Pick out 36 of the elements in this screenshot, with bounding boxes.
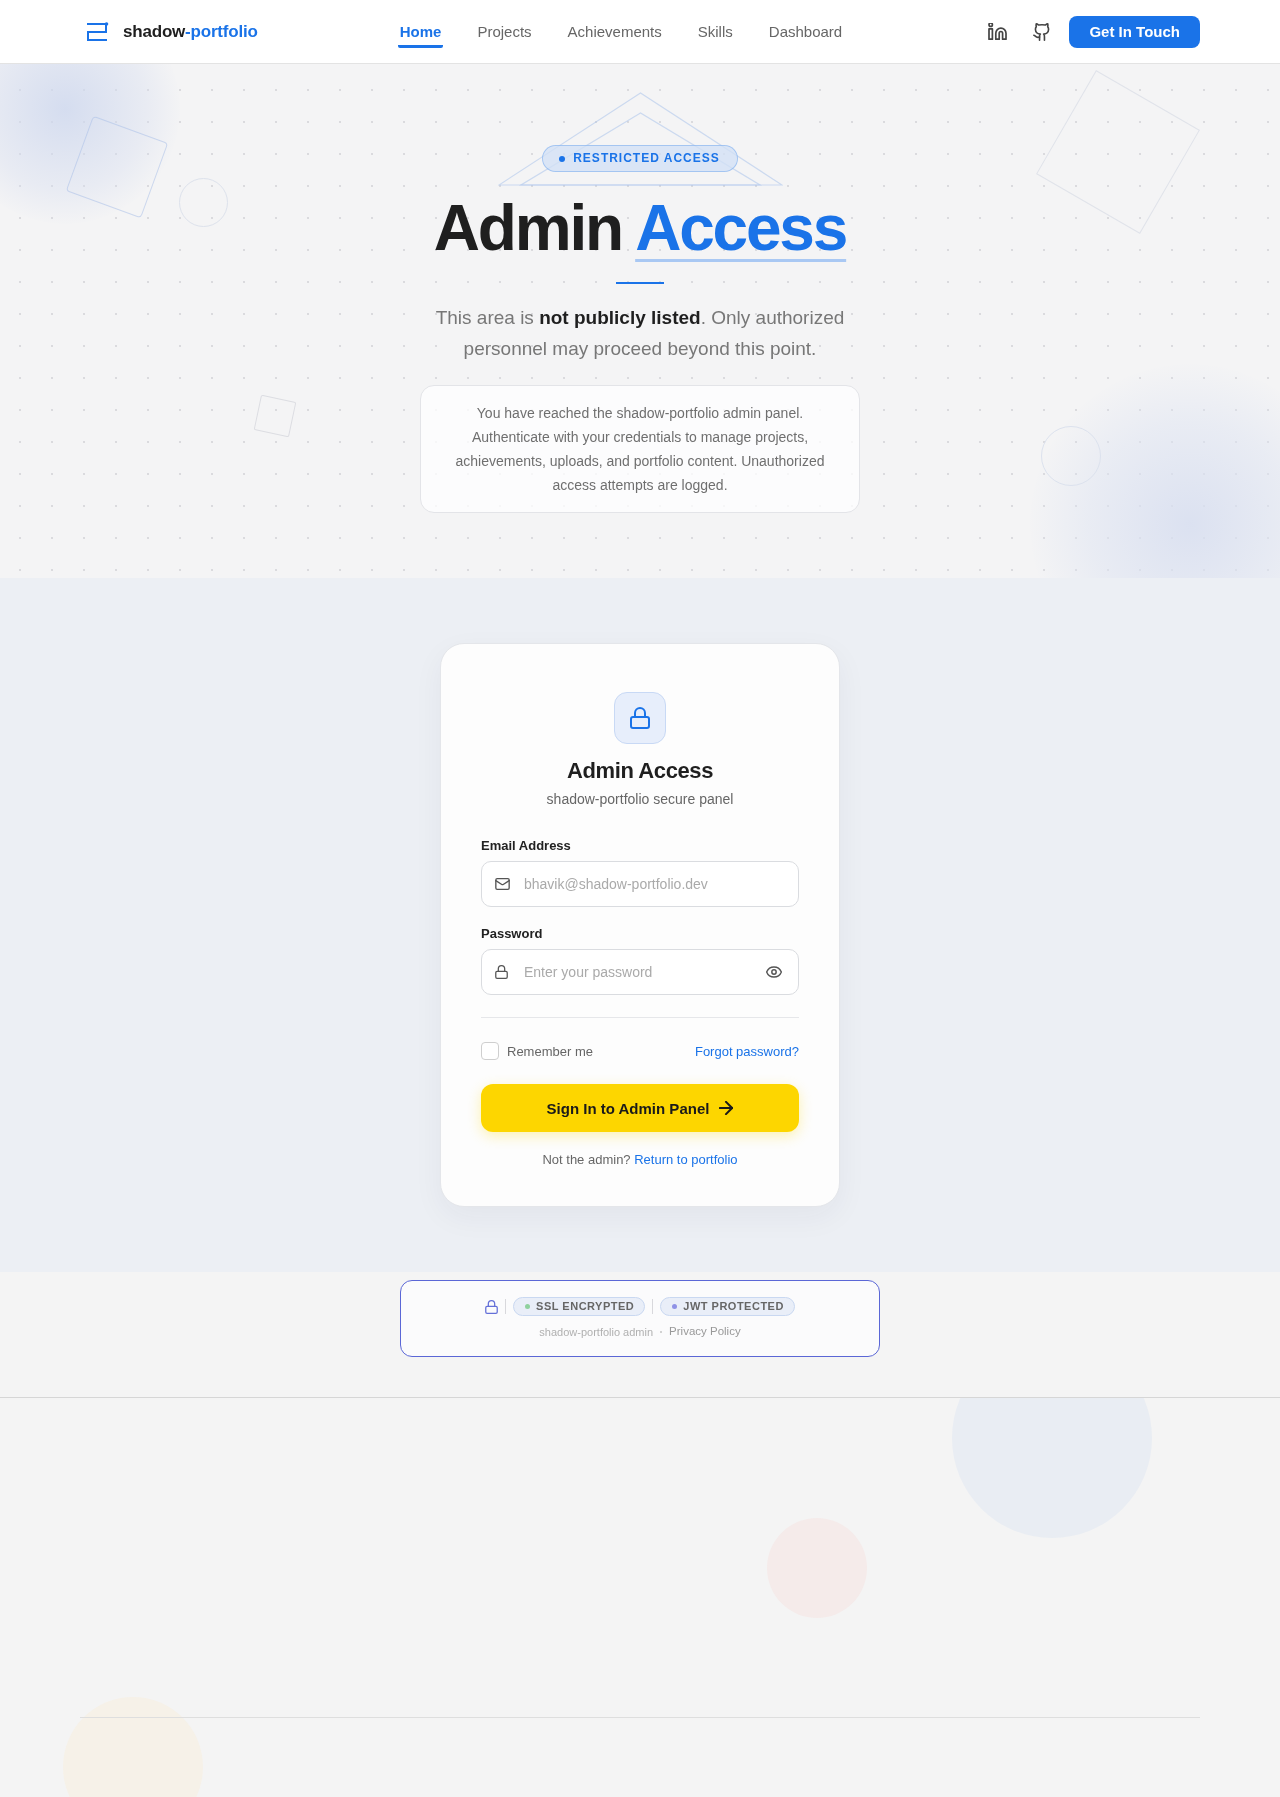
nav-link[interactable]: Achievements xyxy=(565,15,664,48)
card-footer-text: Not the admin? Return to portfolio xyxy=(541,1151,739,1169)
remember-checkbox[interactable] xyxy=(481,1042,499,1060)
brand-name[interactable]: shadow-portfolio xyxy=(123,21,258,42)
field-label: Email Address xyxy=(481,837,571,855)
nav-link[interactable]: Skills xyxy=(695,15,735,48)
nav-link[interactable]: Projects xyxy=(475,15,534,48)
lock-icon xyxy=(614,692,666,744)
nav-link[interactable]: Home xyxy=(397,15,444,48)
github-icon[interactable] xyxy=(1033,22,1052,41)
lock-icon xyxy=(495,965,508,979)
mail-icon xyxy=(495,878,510,890)
forgot-password-link[interactable]: Forgot password? xyxy=(694,1043,799,1059)
lock-icon xyxy=(485,1299,499,1314)
notice-text: You have reached the shadow-portfolio admin panel. Authenticate with your credentials to manage projects, achievements, uploads, and portfolio content. Unauthorized access attempts are logged. xyxy=(454,404,826,495)
arrow-right-icon xyxy=(719,1101,734,1115)
email-field[interactable]: bhavik@shadow-portfolio.dev xyxy=(481,861,799,907)
logo-icon[interactable] xyxy=(86,21,109,42)
nav-link[interactable]: Dashboard xyxy=(766,15,845,48)
field-label: Password xyxy=(481,925,543,943)
linkedin-icon[interactable] xyxy=(988,23,1008,40)
footer-text: shadow-portfolio admin xyxy=(539,1325,654,1339)
hero-subtitle: This area is not publicly listed. Only authorized personnel may proceed beyond this point. xyxy=(434,306,846,361)
remember-label: Remember me xyxy=(507,1043,593,1059)
card-title: Admin Access xyxy=(566,757,714,785)
badge-label: SSL ENCRYPTED xyxy=(536,1300,635,1313)
password-field[interactable]: Enter your password xyxy=(481,949,799,995)
eye-icon[interactable] xyxy=(766,966,782,978)
dot-icon xyxy=(559,155,566,162)
card-subtitle: shadow-portfolio secure panel xyxy=(545,790,735,809)
get-in-touch-button[interactable]: Get In Touch xyxy=(1069,15,1200,48)
return-link[interactable]: Return to portfolio xyxy=(634,1152,738,1167)
page-title: Admin Access xyxy=(433,193,847,263)
badge-label: JWT PROTECTED xyxy=(683,1300,784,1313)
sign-in-button[interactable]: Sign In to Admin Panel xyxy=(481,1084,799,1132)
badge-label: RESTRICTED ACCESS xyxy=(573,151,720,166)
